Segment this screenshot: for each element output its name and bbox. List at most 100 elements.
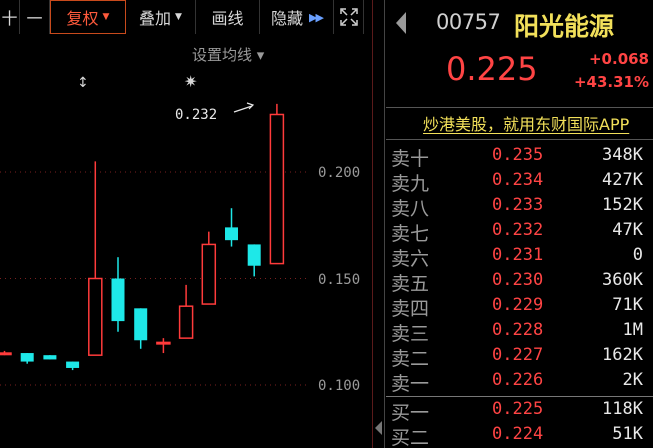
bid-ask-divider bbox=[386, 396, 653, 397]
candle-body bbox=[43, 355, 57, 360]
order-level-label: 卖五 bbox=[391, 273, 430, 295]
overlay-dropdown[interactable]: 叠加 ▼ bbox=[126, 0, 196, 34]
stock-name: 阳光能源 bbox=[514, 12, 615, 41]
fullscreen-button[interactable] bbox=[334, 0, 364, 34]
fullscreen-icon bbox=[339, 8, 358, 26]
arrow-head-icon bbox=[246, 102, 255, 110]
order-price: 0.233 bbox=[492, 195, 544, 215]
order-level-label: 买一 bbox=[391, 402, 430, 424]
candle-body bbox=[156, 341, 171, 345]
order-volume: 348K bbox=[602, 145, 643, 165]
order-book-row-sell-6[interactable]: 卖六 0.231 0 bbox=[386, 244, 653, 270]
promo-banner-text: 炒港美股，就用东财国际APP bbox=[423, 115, 630, 134]
order-price: 0.230 bbox=[492, 270, 544, 290]
order-book-row-sell-8[interactable]: 卖八 0.233 152K bbox=[386, 194, 653, 220]
order-volume: 360K bbox=[602, 270, 643, 290]
order-level-label: 卖九 bbox=[391, 173, 430, 195]
order-book-row-sell-5[interactable]: 卖五 0.230 360K bbox=[386, 269, 653, 295]
candle-body bbox=[201, 243, 217, 305]
chart-border bbox=[372, 0, 373, 448]
chart-toolbar: 十 一 复权 ▼ 叠加 ▼ 画线 隐藏 ▶▶ bbox=[0, 0, 372, 36]
order-book-row-sell-7[interactable]: 卖七 0.232 47K bbox=[386, 219, 653, 245]
candle-body bbox=[178, 305, 194, 339]
divider bbox=[386, 107, 653, 108]
order-volume: 118K bbox=[602, 399, 643, 419]
double-arrow-right-icon: ▶▶ bbox=[309, 10, 324, 24]
chevron-down-icon: ▼ bbox=[102, 12, 110, 22]
candle-body bbox=[88, 277, 103, 356]
order-level-label: 卖一 bbox=[391, 373, 430, 395]
order-level-label: 卖六 bbox=[391, 248, 430, 270]
order-book-row-sell-9[interactable]: 卖九 0.234 427K bbox=[386, 169, 653, 195]
last-price: 0.225 bbox=[446, 50, 538, 88]
back-arrow-icon[interactable] bbox=[396, 12, 406, 34]
order-volume: 2K bbox=[622, 370, 643, 390]
price-change-percent: +43.31% bbox=[573, 73, 649, 91]
order-book-row-buy-2[interactable]: 买二 0.224 51K bbox=[386, 423, 653, 448]
order-book-row-sell-10[interactable]: 卖十 0.235 348K bbox=[386, 144, 653, 170]
max-price-label: 0.232 bbox=[175, 107, 217, 123]
candle-body bbox=[269, 113, 285, 265]
updown-arrow-icon: ↕ bbox=[77, 75, 89, 91]
order-price: 0.224 bbox=[492, 424, 544, 444]
y-tick-label: 0.100 bbox=[318, 378, 360, 394]
order-volume: 162K bbox=[602, 345, 643, 365]
candle-body bbox=[134, 308, 148, 341]
order-volume: 47K bbox=[612, 220, 643, 240]
adjust-rights-label: 复权 bbox=[66, 9, 99, 28]
order-book-row-buy-1[interactable]: 买一 0.225 118K bbox=[386, 398, 653, 424]
order-level-label: 卖二 bbox=[391, 348, 430, 370]
order-price: 0.228 bbox=[492, 320, 544, 340]
order-book-row-sell-1[interactable]: 卖一 0.226 2K bbox=[386, 369, 653, 395]
order-book-row-sell-2[interactable]: 卖二 0.227 162K bbox=[386, 344, 653, 370]
sun-icon: ✷ bbox=[184, 72, 197, 91]
order-price: 0.229 bbox=[492, 295, 544, 315]
panel-divider bbox=[384, 0, 385, 448]
order-level-label: 卖七 bbox=[391, 223, 430, 245]
candle-body bbox=[225, 227, 238, 241]
stock-code: 00757 bbox=[436, 10, 501, 34]
price-change: +0.068 bbox=[588, 50, 649, 68]
order-level-label: 买二 bbox=[391, 427, 430, 448]
order-price: 0.234 bbox=[492, 170, 544, 190]
y-tick-label: 0.200 bbox=[318, 165, 360, 181]
order-book-row-sell-3[interactable]: 卖三 0.228 1M bbox=[386, 319, 653, 345]
order-volume: 152K bbox=[602, 195, 643, 215]
y-axis: 0.200 0.150 0.100 bbox=[318, 165, 360, 394]
zoom-out-button[interactable]: 一 bbox=[20, 0, 50, 34]
chart-markers: ↕ ✷ 0.232 bbox=[77, 72, 255, 123]
order-level-label: 卖十 bbox=[391, 148, 430, 170]
overlay-label: 叠加 bbox=[139, 9, 172, 28]
order-price: 0.231 bbox=[492, 245, 544, 265]
zoom-out-label: 一 bbox=[26, 9, 43, 28]
crosshair-button[interactable]: 十 bbox=[0, 0, 20, 34]
draw-line-label: 画线 bbox=[211, 9, 244, 28]
crosshair-label: 十 bbox=[1, 9, 18, 28]
hide-label: 隐藏 bbox=[271, 9, 304, 28]
order-price: 0.235 bbox=[492, 145, 544, 165]
divider bbox=[386, 139, 653, 140]
order-level-label: 卖八 bbox=[391, 198, 430, 220]
promo-banner-link[interactable]: 炒港美股，就用东财国际APP bbox=[386, 111, 653, 137]
adjust-rights-dropdown[interactable]: 复权 ▼ bbox=[50, 0, 126, 34]
order-level-label: 卖三 bbox=[391, 323, 430, 345]
candles bbox=[0, 103, 285, 371]
hide-button[interactable]: 隐藏 ▶▶ bbox=[260, 0, 334, 34]
chevron-down-icon: ▼ bbox=[175, 12, 182, 22]
candle-body bbox=[66, 361, 80, 368]
candle-body bbox=[0, 352, 12, 356]
candle-body bbox=[20, 353, 34, 362]
candle-body bbox=[247, 244, 261, 266]
grid-lines bbox=[0, 171, 306, 386]
order-level-label: 卖四 bbox=[391, 298, 430, 320]
candle-body bbox=[111, 278, 125, 322]
order-price: 0.226 bbox=[492, 370, 544, 390]
candlestick-chart[interactable]: ↕ ✷ 0.232 0.200 0.150 0.100 bbox=[0, 36, 372, 448]
order-price: 0.232 bbox=[492, 220, 544, 240]
y-tick-label: 0.150 bbox=[318, 272, 360, 288]
collapse-panel-icon[interactable] bbox=[375, 421, 382, 435]
order-volume: 51K bbox=[612, 424, 643, 444]
order-book-row-sell-4[interactable]: 卖四 0.229 71K bbox=[386, 294, 653, 320]
order-volume: 1M bbox=[622, 320, 643, 340]
draw-line-button[interactable]: 画线 bbox=[196, 0, 260, 34]
